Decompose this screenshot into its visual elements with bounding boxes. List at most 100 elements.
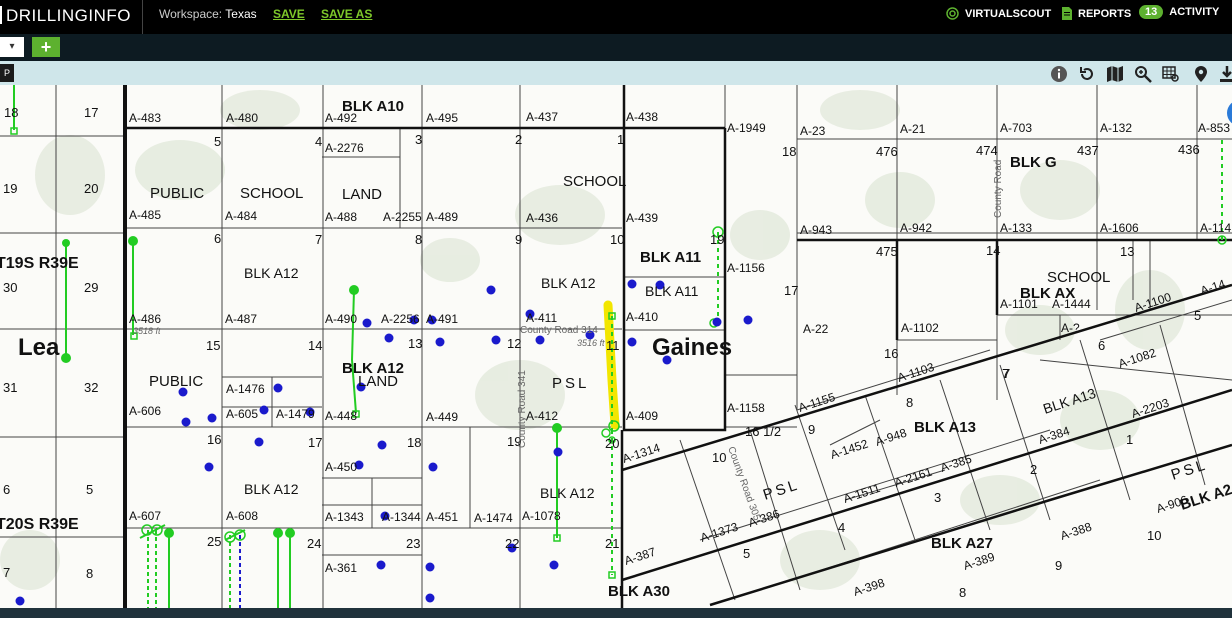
land-label: PUBLIC — [150, 185, 204, 202]
abstract-label: A-1343 — [325, 510, 364, 524]
block-label: BLK A12 — [244, 481, 299, 497]
undo-icon[interactable] — [1078, 65, 1096, 83]
road-label: County Road 314 — [520, 325, 598, 336]
abstract-label: A-1949 — [727, 121, 766, 135]
document-icon — [1062, 7, 1072, 20]
section-number: 3 — [934, 490, 941, 505]
section-number: 4 — [315, 134, 322, 149]
section-number: 13 — [1120, 244, 1134, 259]
section-number: 12 — [507, 336, 521, 351]
block-label: BLK AX — [1020, 285, 1075, 302]
abstract-label: A-2203 — [1130, 395, 1171, 420]
abstract-label: A-411 — [526, 311, 557, 325]
section-number: 8 — [959, 585, 966, 600]
zoom-icon[interactable] — [1134, 65, 1152, 83]
abstract-label: A-486 — [129, 312, 161, 326]
abstract-label: A-114 — [1200, 221, 1231, 235]
block-label: BLK A12 — [540, 485, 595, 501]
map-icon[interactable] — [1106, 65, 1124, 83]
section-number: 10 — [610, 232, 624, 247]
section-number: 15 — [206, 338, 220, 353]
abstract-label: A-133 — [1000, 221, 1032, 235]
section-number: 475 — [876, 244, 898, 259]
section-number: 18 — [407, 435, 421, 450]
section-number: 20 — [605, 436, 619, 451]
section-number: 18 — [4, 105, 18, 120]
map-canvas[interactable]: A-483 A-480 A-492 A-495 A-437 A-438 A-19… — [0, 85, 1232, 608]
activity-button[interactable]: 13 ACTIVITY — [1139, 5, 1219, 19]
panel-toggle[interactable]: P — [0, 64, 14, 82]
grid-icon[interactable] — [1162, 65, 1180, 83]
section-number: 4 — [838, 520, 845, 535]
brand-bar — [0, 6, 2, 24]
section-number: 6 — [3, 482, 10, 497]
save-as-link[interactable]: SAVE AS — [321, 7, 372, 21]
reports-label: REPORTS — [1078, 8, 1132, 20]
abstract-label: A-388 — [1059, 520, 1094, 543]
township-label: T19S R39E — [0, 255, 79, 272]
section-number: 14 — [308, 338, 322, 353]
abstract-label: A-22 — [803, 322, 829, 336]
section-number: 474 — [976, 143, 998, 158]
abstract-label: A-451 — [426, 510, 458, 524]
road-label: County Road 341 — [517, 370, 528, 448]
abstract-label: A-1314 — [621, 440, 662, 465]
header-separator — [142, 0, 143, 34]
tab-bar: ▾ + — [0, 34, 1232, 61]
abstract-label: A-1479 — [276, 407, 315, 421]
section-number: 7 — [1003, 366, 1010, 381]
abstract-label: A-489 — [426, 210, 458, 224]
abstract-label: A-606 — [129, 404, 161, 418]
section-number: 8 — [906, 395, 913, 410]
section-number: 16 1/2 — [745, 424, 781, 439]
info-icon[interactable] — [1050, 65, 1068, 83]
section-number: 6 — [214, 231, 221, 246]
map-svg[interactable]: A-483 A-480 A-492 A-495 A-437 A-438 A-19… — [0, 85, 1232, 608]
abstract-label: A-21 — [900, 122, 926, 136]
abstract-label: A-1476 — [226, 382, 265, 396]
workspace-label: Workspace: Texas — [159, 7, 257, 21]
block-label: BLK A11 — [640, 249, 701, 266]
abstract-label: A-487 — [225, 312, 257, 326]
brand-logo[interactable]: DRILLINGINFO — [0, 6, 131, 26]
download-icon[interactable] — [1218, 65, 1232, 83]
block-label: BLK A12 — [244, 265, 299, 281]
abstract-label: A-495 — [426, 111, 458, 125]
virtualscout-label: VIRTUALSCOUT — [965, 8, 1052, 20]
abstract-label: A-1452 — [829, 436, 870, 461]
save-link[interactable]: SAVE — [273, 7, 305, 21]
section-number: 23 — [406, 536, 420, 551]
section-number: 13 — [408, 336, 422, 351]
workspace-value[interactable]: Texas — [225, 7, 256, 21]
section-number: 19 — [3, 181, 17, 196]
virtualscout-button[interactable]: VIRTUALSCOUT — [946, 7, 1051, 20]
road-label: County Road — [993, 160, 1004, 218]
section-number: 19 — [710, 232, 724, 247]
abstract-label: A-438 — [626, 110, 658, 124]
pin-icon[interactable] — [1192, 65, 1210, 83]
section-number: 32 — [84, 380, 98, 395]
section-number: 7 — [3, 565, 10, 580]
abstract-label: A-? — [1061, 321, 1080, 335]
abstract-label: A-437 — [526, 110, 558, 124]
section-number: 1 — [617, 132, 624, 147]
abstract-label: A-2256 — [381, 312, 420, 326]
section-number: 9 — [1055, 558, 1062, 573]
top-header: DRILLINGINFO Workspace: Texas SAVE SAVE … — [0, 0, 1232, 34]
abstract-label: A-490 — [325, 312, 357, 326]
block-label: BLK A30 — [608, 583, 670, 600]
reports-button[interactable]: REPORTS — [1062, 7, 1131, 20]
abstract-label: A-488 — [325, 210, 357, 224]
abstract-label: A-1158 — [727, 401, 765, 415]
section-number: 16 — [884, 346, 898, 361]
section-number: 2 — [1030, 462, 1037, 477]
elevation-label: 3518 ft — [133, 326, 161, 336]
abstract-label: A-1474 — [474, 511, 513, 525]
add-tab-button[interactable]: + — [32, 37, 60, 57]
abstract-label: A-1156 — [727, 261, 765, 275]
section-number: 10 — [712, 450, 726, 465]
tab-dropdown[interactable]: ▾ — [0, 37, 24, 57]
section-number: 16 — [207, 432, 221, 447]
land-label: SCHOOL — [1047, 269, 1110, 286]
block-label: BLK A13 — [914, 419, 976, 436]
